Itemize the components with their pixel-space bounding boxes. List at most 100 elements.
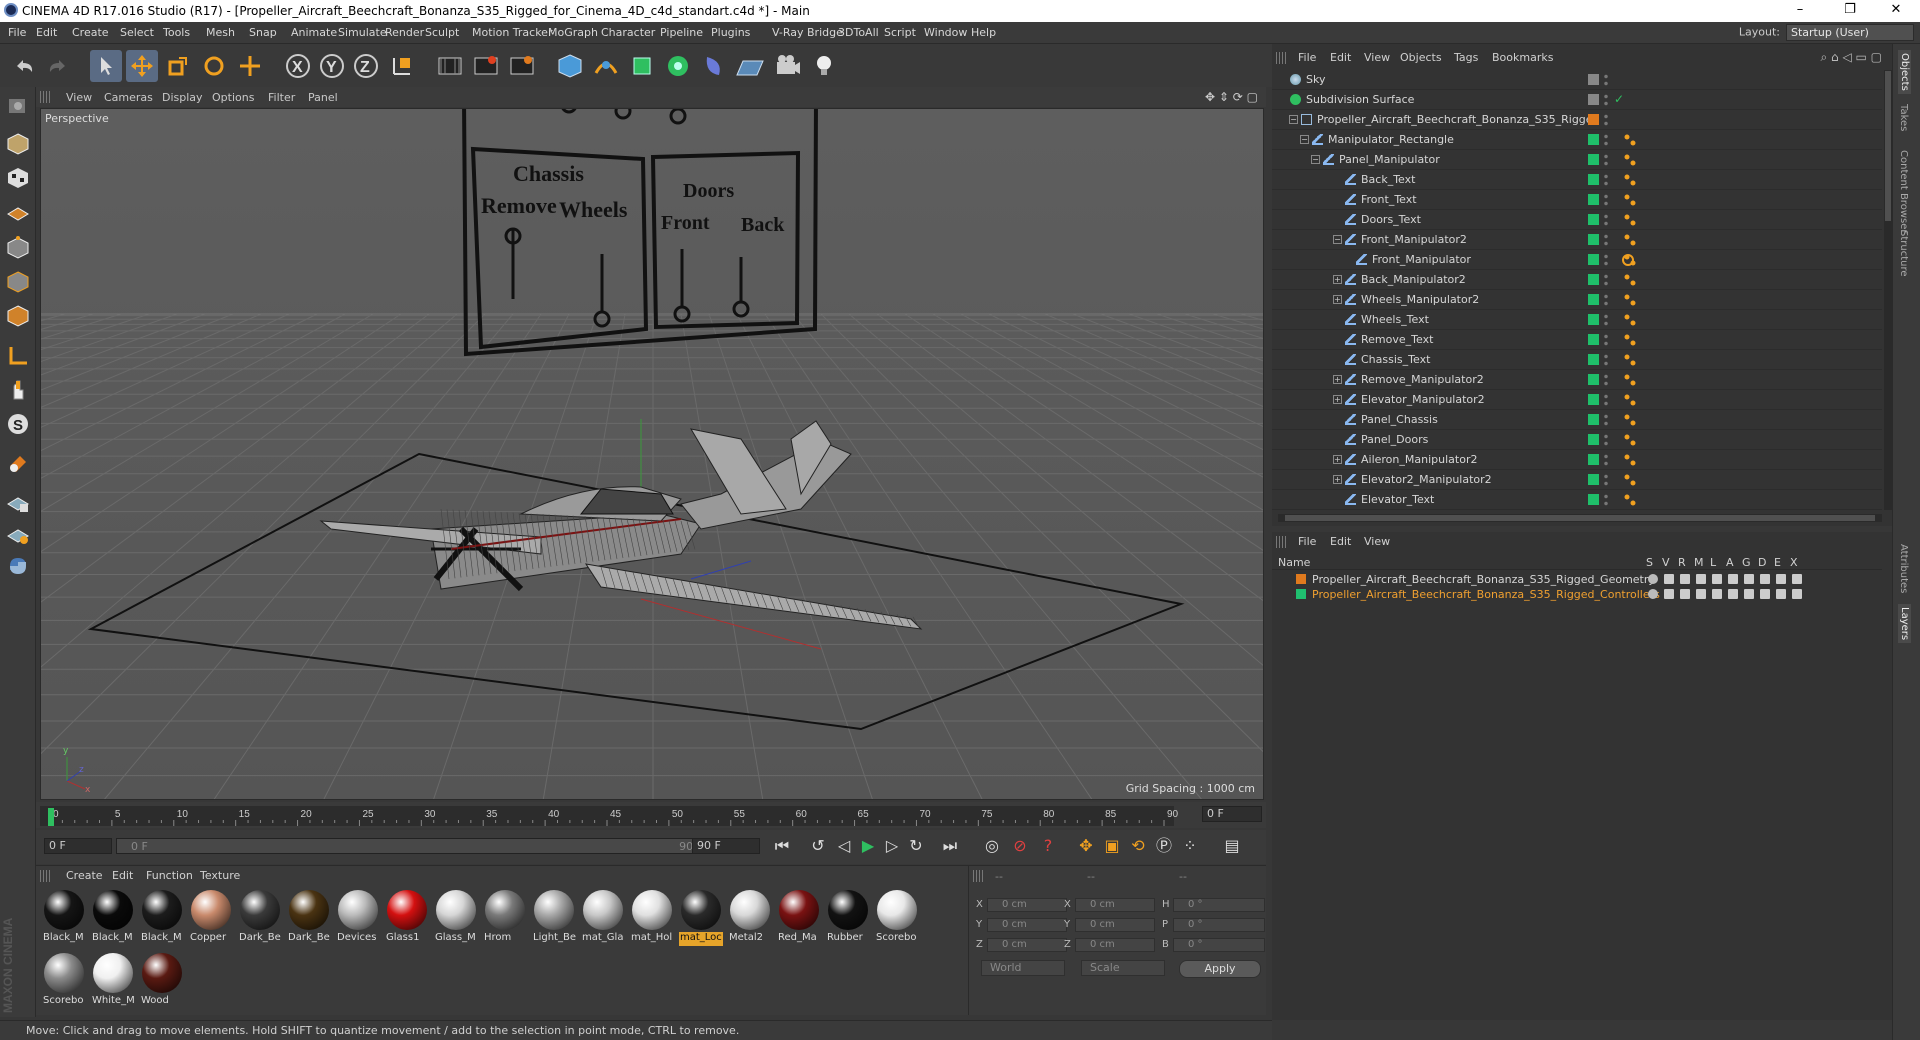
- end-frame-field[interactable]: 0 F: [1202, 806, 1262, 822]
- object-name[interactable]: Doors_Text: [1361, 213, 1421, 226]
- menu-script[interactable]: Script: [884, 26, 916, 39]
- layer-color-swatch[interactable]: [1588, 354, 1599, 365]
- visibility-dots-icon[interactable]: [1604, 413, 1608, 427]
- render-picture-viewer-icon[interactable]: [470, 50, 502, 82]
- object-manager-search-icon[interactable]: ⌕ ⌂ ◁ ▭ ▢: [1821, 50, 1883, 65]
- visibility-dots-icon[interactable]: [1604, 73, 1608, 87]
- layer-color-swatch[interactable]: [1588, 494, 1599, 505]
- constraint-tag-icon[interactable]: [1622, 254, 1634, 266]
- viewport-menu-options[interactable]: Options: [212, 91, 254, 104]
- visibility-dots-icon[interactable]: [1604, 393, 1608, 407]
- coord-field-p[interactable]: P 0 °: [1162, 918, 1265, 932]
- menu-3dtoall[interactable]: 3DToAll: [838, 26, 879, 39]
- object-menu-view[interactable]: View: [1364, 51, 1390, 64]
- material-swatch[interactable]: Glass1: [385, 888, 429, 948]
- autokey-icon[interactable]: ⊘: [1008, 834, 1032, 858]
- coord-field-y[interactable]: Y 0 cm: [976, 918, 1067, 932]
- expand-toggle-icon[interactable]: +: [1333, 375, 1342, 384]
- python-icon[interactable]: [3, 551, 33, 581]
- expand-toggle-icon[interactable]: −: [1289, 115, 1298, 124]
- layer-color-swatch[interactable]: [1588, 94, 1599, 105]
- side-tab-takes[interactable]: Takes: [1898, 104, 1909, 131]
- material-swatch[interactable]: Black_M: [91, 888, 135, 948]
- side-tab-attributes[interactable]: Attributes: [1898, 544, 1909, 593]
- material-swatch[interactable]: Glass_M: [434, 888, 478, 948]
- object-name[interactable]: Front_Text: [1361, 193, 1417, 206]
- go-to-end-icon[interactable]: ⏭: [938, 834, 962, 858]
- menu-render[interactable]: Render: [385, 26, 424, 39]
- light-icon[interactable]: [808, 50, 840, 82]
- ik-tag-icon[interactable]: [1624, 454, 1636, 466]
- visibility-dots-icon[interactable]: [1604, 273, 1608, 287]
- object-row[interactable]: − Propeller_Aircraft_Beechcraft_Bonanza_S…: [1272, 110, 1882, 130]
- material-swatch[interactable]: mat_Hol: [630, 888, 674, 948]
- record-keys-icon[interactable]: ◎: [980, 834, 1004, 858]
- key-selection-icon[interactable]: ?: [1036, 834, 1060, 858]
- material-menu-function[interactable]: Function: [146, 869, 193, 882]
- panel-grip-icon[interactable]: [1276, 52, 1286, 64]
- object-menu-edit[interactable]: Edit: [1330, 51, 1351, 64]
- layer-flag-toggle-icon[interactable]: [1648, 589, 1658, 599]
- object-name[interactable]: Wheels_Manipulator2: [1361, 293, 1479, 306]
- panel-grip-icon[interactable]: [40, 91, 50, 103]
- material-menu-texture[interactable]: Texture: [200, 869, 240, 882]
- layer-color-swatch[interactable]: [1588, 474, 1599, 485]
- layer-flag-toggle-icon[interactable]: [1792, 574, 1802, 584]
- visibility-dots-icon[interactable]: [1604, 473, 1608, 487]
- object-name[interactable]: Remove_Text: [1361, 333, 1433, 346]
- next-key-icon[interactable]: ↻: [904, 834, 928, 858]
- max-frame-field[interactable]: 90 F: [692, 838, 760, 854]
- snap-icon[interactable]: S: [3, 409, 33, 439]
- edges-mode-icon[interactable]: [3, 267, 33, 297]
- material-swatch[interactable]: Light_Be: [532, 888, 576, 948]
- world-dropdown[interactable]: World: [981, 960, 1065, 976]
- material-swatch[interactable]: Hrom: [483, 888, 527, 948]
- ik-tag-icon[interactable]: [1624, 374, 1636, 386]
- menu-simulate[interactable]: Simulate: [338, 26, 387, 39]
- layer-color-swatch[interactable]: [1588, 434, 1599, 445]
- visibility-dots-icon[interactable]: [1604, 433, 1608, 447]
- visibility-dots-icon[interactable]: [1604, 93, 1608, 107]
- viewport-menu-view[interactable]: View: [66, 91, 92, 104]
- object-menu-bookmarks[interactable]: Bookmarks: [1492, 51, 1553, 64]
- menu-help[interactable]: Help: [971, 26, 996, 39]
- material-swatch[interactable]: White_M: [91, 951, 135, 1011]
- visibility-dots-icon[interactable]: [1604, 153, 1608, 167]
- ik-tag-icon[interactable]: [1624, 174, 1636, 186]
- menu-character[interactable]: Character: [601, 26, 655, 39]
- object-menu-tags[interactable]: Tags: [1454, 51, 1478, 64]
- menu-plugins[interactable]: Plugins: [711, 26, 750, 39]
- object-name[interactable]: Panel_Doors: [1361, 433, 1428, 446]
- object-name[interactable]: Manipulator_Rectangle: [1328, 133, 1454, 146]
- object-row[interactable]: Subdivision Surface ✓: [1272, 90, 1882, 110]
- move-tool-icon[interactable]: [126, 50, 158, 82]
- ik-tag-icon[interactable]: [1624, 474, 1636, 486]
- visibility-dots-icon[interactable]: [1604, 233, 1608, 247]
- visibility-dots-icon[interactable]: [1604, 493, 1608, 507]
- layer-flag-toggle-icon[interactable]: [1696, 574, 1706, 584]
- layer-color-swatch[interactable]: [1588, 194, 1599, 205]
- menu-motion-tracker[interactable]: Motion Tracker: [472, 26, 552, 39]
- expand-toggle-icon[interactable]: +: [1333, 455, 1342, 464]
- deformer-icon[interactable]: [698, 50, 730, 82]
- side-tab-content-browser[interactable]: Content Browser: [1898, 150, 1909, 233]
- viewport-canvas[interactable]: Chassis Remove Wheels Doors Front Back y…: [41, 109, 1264, 800]
- coord-field-x[interactable]: X 0 cm: [1064, 898, 1155, 912]
- menu-file[interactable]: File: [8, 26, 26, 39]
- expand-toggle-icon[interactable]: −: [1311, 155, 1320, 164]
- side-tab-objects[interactable]: Objects: [1898, 50, 1911, 94]
- layer-flag-toggle-icon[interactable]: [1712, 589, 1722, 599]
- layer-name[interactable]: Propeller_Aircraft_Beechcraft_Bonanza_S3…: [1312, 588, 1660, 601]
- layer-color-swatch[interactable]: [1588, 134, 1599, 145]
- visibility-dots-icon[interactable]: [1604, 313, 1608, 327]
- material-swatch[interactable]: Black_M: [42, 888, 86, 948]
- layer-flag-toggle-icon[interactable]: [1712, 574, 1722, 584]
- layer-color-swatch[interactable]: [1588, 374, 1599, 385]
- minimize-button[interactable]: –: [1780, 2, 1820, 17]
- layer-color-swatch[interactable]: [1588, 414, 1599, 425]
- object-name[interactable]: Aileron_Manipulator2: [1361, 453, 1477, 466]
- scale-tool-icon[interactable]: [162, 50, 194, 82]
- visibility-dots-icon[interactable]: [1604, 193, 1608, 207]
- 3d-viewport[interactable]: Chassis Remove Wheels Doors Front Back y…: [40, 108, 1264, 800]
- visibility-dots-icon[interactable]: [1604, 173, 1608, 187]
